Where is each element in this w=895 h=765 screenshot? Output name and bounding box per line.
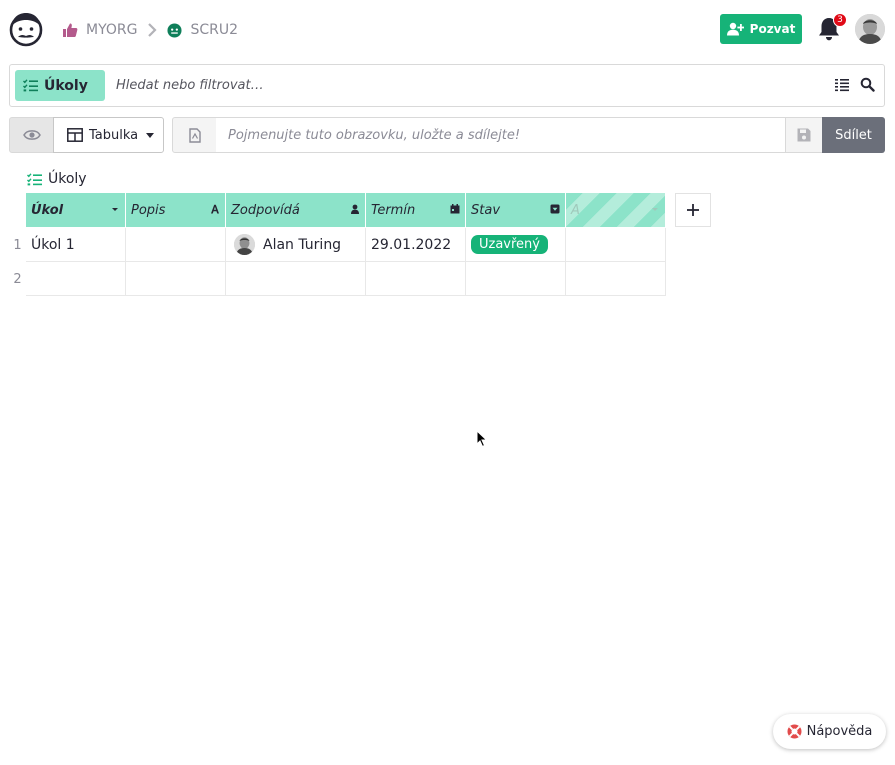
cell-stav[interactable] [466,262,566,296]
cell-popis[interactable] [126,228,226,262]
column-label: Stav [471,202,501,218]
search-input[interactable] [116,70,816,101]
assignee-name: Alan Turing [263,236,342,253]
notification-badge: 3 [833,13,847,27]
cell-termin[interactable]: 29.01.2022 [366,228,466,262]
table-header: Úkol Popis Zodpovídá Termín Stav A [26,193,666,227]
checklist-icon [23,79,38,92]
plus-icon [687,204,699,216]
row-number[interactable]: 2 [9,262,26,296]
org-name[interactable]: MYORG [86,22,137,38]
view-type-label: Tabulka [89,127,139,143]
column-label: Termín [371,202,416,218]
column-header-a[interactable]: A [566,193,666,227]
eye-icon [22,130,41,140]
view-type-select[interactable]: Tabulka [53,117,164,153]
save-button[interactable] [785,117,823,153]
cell-a[interactable] [566,228,666,262]
view-name-input[interactable] [216,117,786,153]
status-chip: Uzavřený [471,235,548,254]
view-options-button[interactable] [9,117,54,153]
page-chip-label: Úkoly [44,77,88,94]
checklist-icon [27,172,42,185]
column-label: Zodpovídá [231,202,300,218]
chevron-right-icon [148,23,158,37]
search-bar: Úkoly [9,64,885,107]
invite-button[interactable]: Pozvat [720,14,802,44]
cell-ukol[interactable]: Úkol 1 [26,228,126,262]
cell-zodpovida[interactable] [226,262,366,296]
page-chip[interactable]: Úkoly [15,70,105,101]
share-button[interactable]: Sdílet [822,117,885,153]
user-avatar[interactable] [855,14,885,44]
table-row[interactable]: 2 [9,262,666,297]
cell-popis[interactable] [126,262,226,296]
column-header-ukol[interactable]: Úkol [26,193,126,227]
add-user-icon [726,22,744,36]
floppy-icon [797,128,811,142]
section-title[interactable]: Úkoly [27,171,87,187]
document-icon [188,127,201,143]
app-logo[interactable] [8,10,44,48]
cell-ukol[interactable] [26,262,126,296]
cell-a[interactable] [566,262,666,296]
lifebuoy-icon [787,724,802,739]
help-label: Nápověda [806,724,873,739]
column-header-zodpovida[interactable]: Zodpovídá [226,193,366,227]
column-label: Popis [131,202,166,218]
column-header-termin[interactable]: Termín [366,193,466,227]
table-row[interactable]: 1 Úkol 1 Alan Turing 29.01.2022 Uzavřený [9,228,666,263]
document-button[interactable] [172,117,217,153]
person-icon [351,204,359,214]
cell-zodpovida[interactable]: Alan Turing [226,228,366,262]
assignee-avatar [234,234,255,255]
invite-label: Pozvat [749,22,796,36]
caret-down-icon [146,132,155,138]
thumbs-up-icon [63,23,78,37]
column-label: A [571,202,580,218]
column-header-popis[interactable]: Popis [126,193,226,227]
calendar-icon [450,204,460,214]
dropdown-caret-icon[interactable] [650,204,660,214]
column-header-stav[interactable]: Stav [466,193,566,227]
list-view-icon[interactable] [835,78,849,92]
add-column-button[interactable] [675,193,711,227]
cell-stav[interactable]: Uzavřený [466,228,566,262]
table-icon [67,128,83,142]
choice-icon [550,204,560,214]
mouse-cursor-icon [476,430,488,448]
text-type-icon [211,204,219,214]
workspace-icon [167,22,182,38]
breadcrumb: MYORG SCRU2 [62,19,238,41]
column-label: Úkol [31,202,64,218]
section-title-label: Úkoly [48,171,87,187]
cell-termin[interactable] [366,262,466,296]
help-button[interactable]: Nápověda [773,714,886,749]
row-number[interactable]: 1 [9,228,26,262]
search-icon[interactable] [860,77,875,92]
dropdown-caret-icon[interactable] [110,204,120,214]
workspace-name[interactable]: SCRU2 [190,22,238,38]
